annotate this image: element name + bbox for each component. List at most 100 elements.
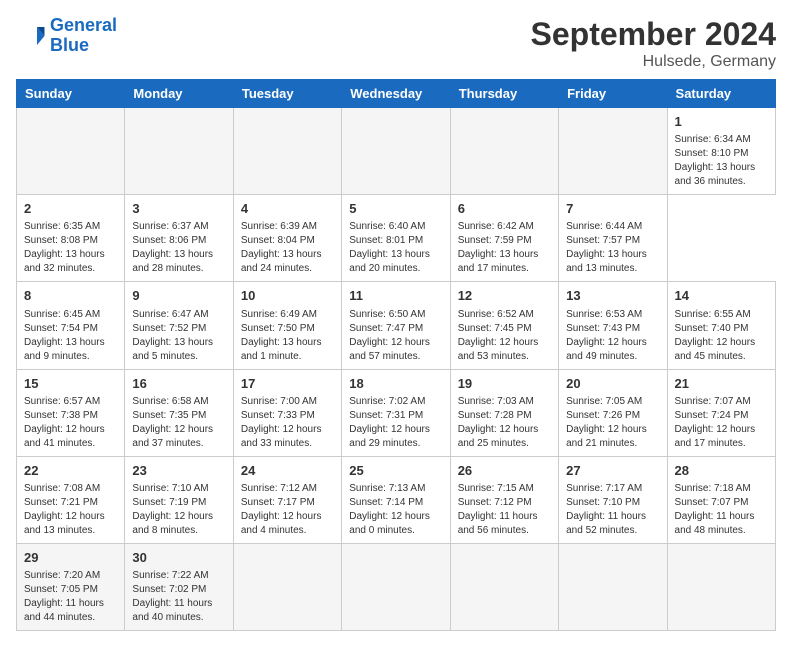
day-content: Sunrise: 6:44 AMSunset: 7:57 PMDaylight:… — [566, 220, 659, 276]
day-content: Sunrise: 7:18 AMSunset: 7:07 PMDaylight:… — [675, 482, 768, 538]
header-row: Sunday Monday Tuesday Wednesday Thursday… — [17, 80, 776, 108]
calendar-week-4: 22Sunrise: 7:08 AMSunset: 7:21 PMDayligh… — [17, 456, 776, 543]
calendar-cell: 13 Sunrise: 6:53 AMSunset: 7:43 PMDayligh… — [559, 282, 667, 369]
calendar-cell: 6Sunrise: 6:42 AMSunset: 7:59 PMDaylight… — [450, 195, 558, 282]
calendar-cell — [233, 543, 341, 630]
calendar-cell: 18 Sunrise: 7:02 AMSunset: 7:31 PMDayligh… — [342, 369, 450, 456]
day-number: 12 — [458, 287, 551, 305]
day-number: 27 — [566, 462, 659, 480]
day-content: Sunrise: 6:37 AMSunset: 8:06 PMDaylight:… — [132, 220, 225, 276]
day-content: Sunrise: 7:17 AMSunset: 7:10 PMDaylight:… — [566, 482, 659, 538]
logo: General Blue — [16, 16, 117, 56]
day-number: 6 — [458, 200, 551, 218]
day-number: 17 — [241, 375, 334, 393]
day-content: Sunrise: 7:02 AMSunset: 7:31 PMDaylight:… — [349, 395, 442, 451]
day-content: Sunrise: 6:52 AMSunset: 7:45 PMDaylight:… — [458, 308, 551, 364]
calendar-cell: 19 Sunrise: 7:03 AMSunset: 7:28 PMDayligh… — [450, 369, 558, 456]
day-content: Sunrise: 7:08 AMSunset: 7:21 PMDaylight:… — [24, 482, 117, 538]
day-content: Sunrise: 7:03 AMSunset: 7:28 PMDaylight:… — [458, 395, 551, 451]
day-content: Sunrise: 6:50 AMSunset: 7:47 PMDaylight:… — [349, 308, 442, 364]
calendar-cell — [233, 108, 341, 195]
day-content: Sunrise: 7:10 AMSunset: 7:19 PMDaylight:… — [132, 482, 225, 538]
col-wednesday: Wednesday — [342, 80, 450, 108]
day-number: 20 — [566, 375, 659, 393]
calendar-body: 1 Sunrise: 6:34 AMSunset: 8:10 PMDaylight… — [17, 108, 776, 631]
logo-text: General Blue — [50, 16, 117, 56]
calendar-title: September 2024 — [531, 16, 776, 53]
logo-blue: Blue — [50, 35, 89, 55]
calendar-cell — [450, 543, 558, 630]
title-section: September 2024 Hulsede, Germany — [531, 16, 776, 71]
calendar-cell: 5Sunrise: 6:40 AMSunset: 8:01 PMDaylight… — [342, 195, 450, 282]
day-content: Sunrise: 6:45 AMSunset: 7:54 PMDaylight:… — [24, 308, 117, 364]
calendar-cell — [17, 108, 125, 195]
calendar-table: Sunday Monday Tuesday Wednesday Thursday… — [16, 79, 776, 631]
calendar-cell: 8 Sunrise: 6:45 AMSunset: 7:54 PMDaylight… — [17, 282, 125, 369]
col-thursday: Thursday — [450, 80, 558, 108]
day-number: 29 — [24, 549, 117, 567]
calendar-cell: 2Sunrise: 6:35 AMSunset: 8:08 PMDaylight… — [17, 195, 125, 282]
calendar-cell: 3 Sunrise: 6:37 AMSunset: 8:06 PMDaylight… — [125, 195, 233, 282]
day-number: 9 — [132, 287, 225, 305]
day-content: Sunrise: 7:00 AMSunset: 7:33 PMDaylight:… — [241, 395, 334, 451]
calendar-cell — [125, 108, 233, 195]
page-header: General Blue September 2024 Hulsede, Ger… — [16, 16, 776, 71]
day-number: 3 — [132, 200, 225, 218]
day-content: Sunrise: 7:20 AMSunset: 7:05 PMDaylight:… — [24, 569, 117, 625]
day-number: 21 — [675, 375, 768, 393]
calendar-cell: 23 Sunrise: 7:10 AMSunset: 7:19 PMDayligh… — [125, 456, 233, 543]
day-content: Sunrise: 7:22 AMSunset: 7:02 PMDaylight:… — [132, 569, 225, 625]
day-content: Sunrise: 6:55 AMSunset: 7:40 PMDaylight:… — [675, 308, 768, 364]
col-saturday: Saturday — [667, 80, 775, 108]
day-number: 15 — [24, 375, 117, 393]
day-number: 28 — [675, 462, 768, 480]
calendar-cell — [450, 108, 558, 195]
day-number: 14 — [675, 287, 768, 305]
calendar-cell: 29 Sunrise: 7:20 AMSunset: 7:05 PMDayligh… — [17, 543, 125, 630]
calendar-cell: 30 Sunrise: 7:22 AMSunset: 7:02 PMDayligh… — [125, 543, 233, 630]
day-number: 10 — [241, 287, 334, 305]
day-number: 18 — [349, 375, 442, 393]
day-content: Sunrise: 6:47 AMSunset: 7:52 PMDaylight:… — [132, 308, 225, 364]
day-content: Sunrise: 7:07 AMSunset: 7:24 PMDaylight:… — [675, 395, 768, 451]
day-content: Sunrise: 6:34 AMSunset: 8:10 PMDaylight:… — [675, 133, 768, 189]
calendar-subtitle: Hulsede, Germany — [531, 53, 776, 71]
calendar-cell: 15 Sunrise: 6:57 AMSunset: 7:38 PMDayligh… — [17, 369, 125, 456]
calendar-cell: 9 Sunrise: 6:47 AMSunset: 7:52 PMDaylight… — [125, 282, 233, 369]
day-content: Sunrise: 6:49 AMSunset: 7:50 PMDaylight:… — [241, 308, 334, 364]
calendar-cell: 12 Sunrise: 6:52 AMSunset: 7:45 PMDayligh… — [450, 282, 558, 369]
day-number: 30 — [132, 549, 225, 567]
calendar-cell — [667, 543, 775, 630]
calendar-cell — [342, 108, 450, 195]
calendar-cell: 7Sunrise: 6:44 AMSunset: 7:57 PMDaylight… — [559, 195, 667, 282]
calendar-cell: 11 Sunrise: 6:50 AMSunset: 7:47 PMDayligh… — [342, 282, 450, 369]
calendar-cell: 27 Sunrise: 7:17 AMSunset: 7:10 PMDayligh… — [559, 456, 667, 543]
day-content: Sunrise: 6:53 AMSunset: 7:43 PMDaylight:… — [566, 308, 659, 364]
day-number: 25 — [349, 462, 442, 480]
day-number: 13 — [566, 287, 659, 305]
calendar-cell: 20Sunrise: 7:05 AMSunset: 7:26 PMDayligh… — [559, 369, 667, 456]
calendar-cell: 4Sunrise: 6:39 AMSunset: 8:04 PMDaylight… — [233, 195, 341, 282]
calendar-cell: 26Sunrise: 7:15 AMSunset: 7:12 PMDayligh… — [450, 456, 558, 543]
day-number: 1 — [675, 113, 768, 131]
calendar-cell — [559, 108, 667, 195]
calendar-week-5: 29 Sunrise: 7:20 AMSunset: 7:05 PMDayligh… — [17, 543, 776, 630]
day-content: Sunrise: 6:58 AMSunset: 7:35 PMDaylight:… — [132, 395, 225, 451]
calendar-cell: 17 Sunrise: 7:00 AMSunset: 7:33 PMDayligh… — [233, 369, 341, 456]
day-number: 23 — [132, 462, 225, 480]
day-number: 19 — [458, 375, 551, 393]
day-content: Sunrise: 6:40 AMSunset: 8:01 PMDaylight:… — [349, 220, 442, 276]
calendar-week-2: 8 Sunrise: 6:45 AMSunset: 7:54 PMDaylight… — [17, 282, 776, 369]
day-number: 24 — [241, 462, 334, 480]
calendar-week-1: 2Sunrise: 6:35 AMSunset: 8:08 PMDaylight… — [17, 195, 776, 282]
day-number: 8 — [24, 287, 117, 305]
calendar-cell: 28 Sunrise: 7:18 AMSunset: 7:07 PMDayligh… — [667, 456, 775, 543]
day-number: 16 — [132, 375, 225, 393]
calendar-cell: 21 Sunrise: 7:07 AMSunset: 7:24 PMDayligh… — [667, 369, 775, 456]
day-number: 2 — [24, 200, 117, 218]
col-sunday: Sunday — [17, 80, 125, 108]
day-number: 11 — [349, 287, 442, 305]
day-content: Sunrise: 7:13 AMSunset: 7:14 PMDaylight:… — [349, 482, 442, 538]
day-content: Sunrise: 6:57 AMSunset: 7:38 PMDaylight:… — [24, 395, 117, 451]
calendar-cell — [342, 543, 450, 630]
